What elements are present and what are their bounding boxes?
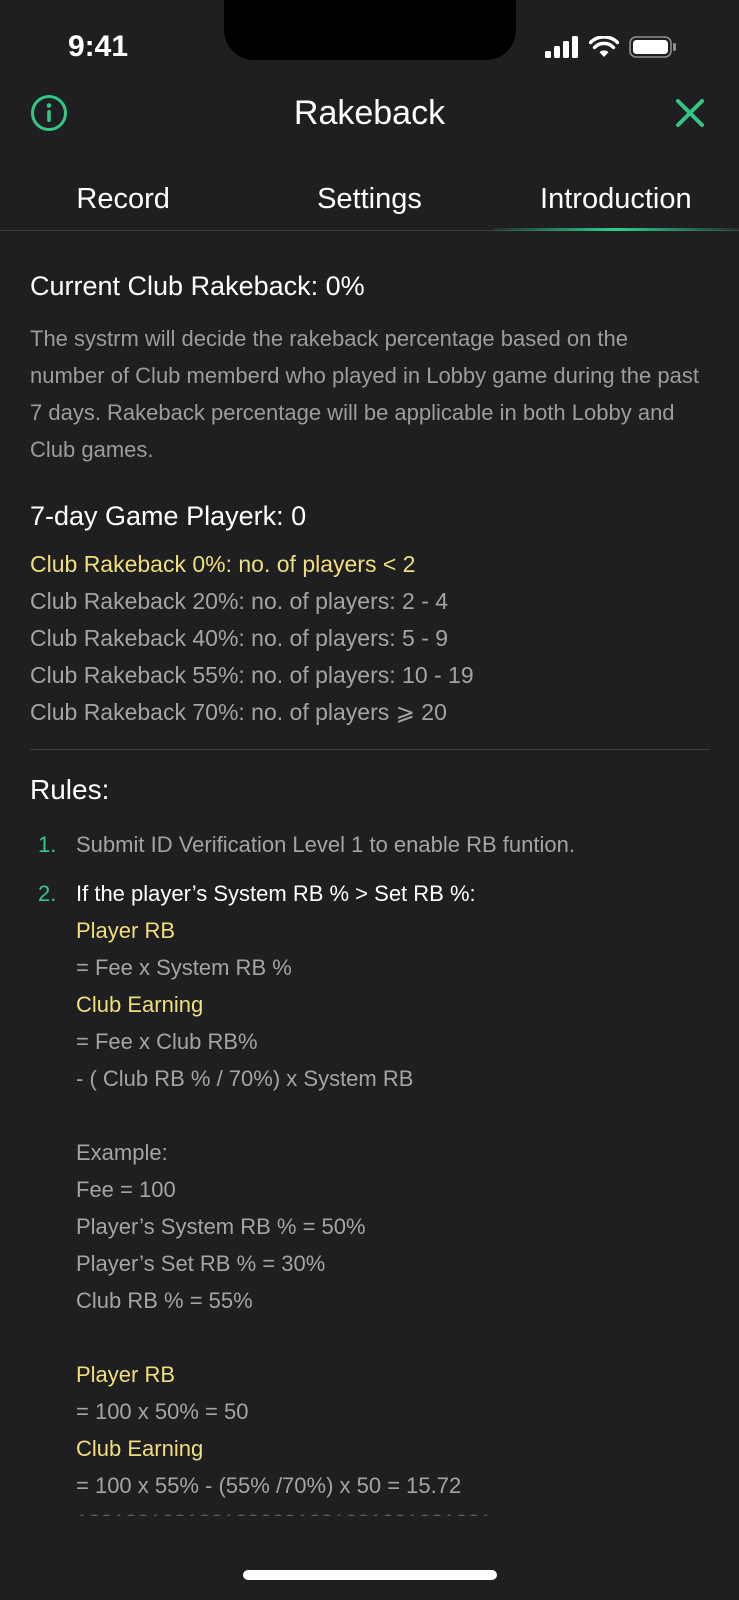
rule-number: 1. [38, 832, 57, 857]
example-player-rb-label: Player RB [76, 1362, 176, 1387]
device-notch [224, 0, 516, 60]
close-button[interactable] [669, 94, 711, 136]
example-line: Player’s Set RB % = 30% [76, 1251, 326, 1276]
section-divider [30, 749, 710, 750]
example-label: Example: [76, 1140, 168, 1165]
tier-item-current: Club Rakeback 0%: no. of players < 2 [30, 551, 416, 577]
rule-number: 2. [38, 881, 57, 906]
page-title: Rakeback [293, 94, 446, 132]
example-line: Club RB % = 55% [76, 1288, 253, 1313]
tab-introduction[interactable]: Introduction [492, 168, 739, 231]
tier-item: Club Rakeback 55%: no. of players: 10 - … [30, 662, 474, 688]
tier-item: Club Rakeback 70%: no. of players ⩾ 20 [30, 699, 447, 725]
home-indicator[interactable] [243, 1570, 497, 1580]
club-earning-formula-line-2: - ( Club RB % / 70%) x System RB [76, 1066, 414, 1091]
status-bar: 9:41 [0, 0, 739, 80]
example-player-rb-value: = 100 x 50% = 50 [76, 1399, 249, 1424]
close-icon [674, 97, 706, 134]
player-rb-formula: = Fee x System RB % [76, 955, 292, 980]
tab-settings[interactable]: Settings [246, 168, 492, 230]
rule-item: 2. If the player’s System RB % > Set RB … [30, 875, 699, 1516]
club-earning-formula-line-1: = Fee x Club RB% [76, 1029, 258, 1054]
wifi-icon [588, 35, 620, 63]
cellular-signal-icon [545, 36, 579, 63]
status-icons [545, 35, 677, 63]
rule-text: Submit ID Verification Level 1 to enable… [76, 832, 575, 857]
tier-item: Club Rakeback 40%: no. of players: 5 - 9 [30, 625, 449, 651]
tier-item: Club Rakeback 20%: no. of players: 2 - 4 [30, 588, 449, 614]
example-line: Fee = 100 [76, 1177, 176, 1202]
rule-text: If the player’s System RB % > Set RB %: [76, 881, 476, 906]
tab-bar: Record Settings Introduction [0, 168, 739, 231]
battery-icon [629, 36, 677, 63]
tab-record[interactable]: Record [0, 168, 246, 230]
rule-item: 1. Submit ID Verification Level 1 to ena… [30, 826, 699, 863]
example-club-earning-value: = 100 x 55% - (55% /70%) x 50 = 15.72 [76, 1473, 462, 1498]
nav-header: Rakeback [0, 82, 739, 148]
rules-heading: Rules: [30, 774, 110, 805]
player-rb-label: Player RB [76, 918, 176, 943]
club-earning-label: Club Earning [76, 992, 204, 1017]
status-time: 9:41 [68, 30, 129, 63]
example-line: Player’s System RB % = 50% [76, 1214, 366, 1239]
current-rakeback-heading: Current Club Rakeback: 0% [30, 271, 365, 301]
rule-body: If the player’s System RB % > Set RB %: … [76, 875, 699, 1516]
clipped-text-line: 1231231231231232231231231231231231 [76, 1504, 699, 1516]
rakeback-description: The systrm will decide the rakeback perc… [30, 326, 699, 462]
players-heading: 7-day Game Playerk: 0 [30, 501, 307, 531]
introduction-content: Current Club Rakeback: 0% The systrm wil… [30, 270, 710, 1516]
example-club-earning-label: Club Earning [76, 1436, 204, 1461]
rakeback-tier-list: Club Rakeback 0%: no. of players < 2 Clu… [30, 546, 699, 731]
